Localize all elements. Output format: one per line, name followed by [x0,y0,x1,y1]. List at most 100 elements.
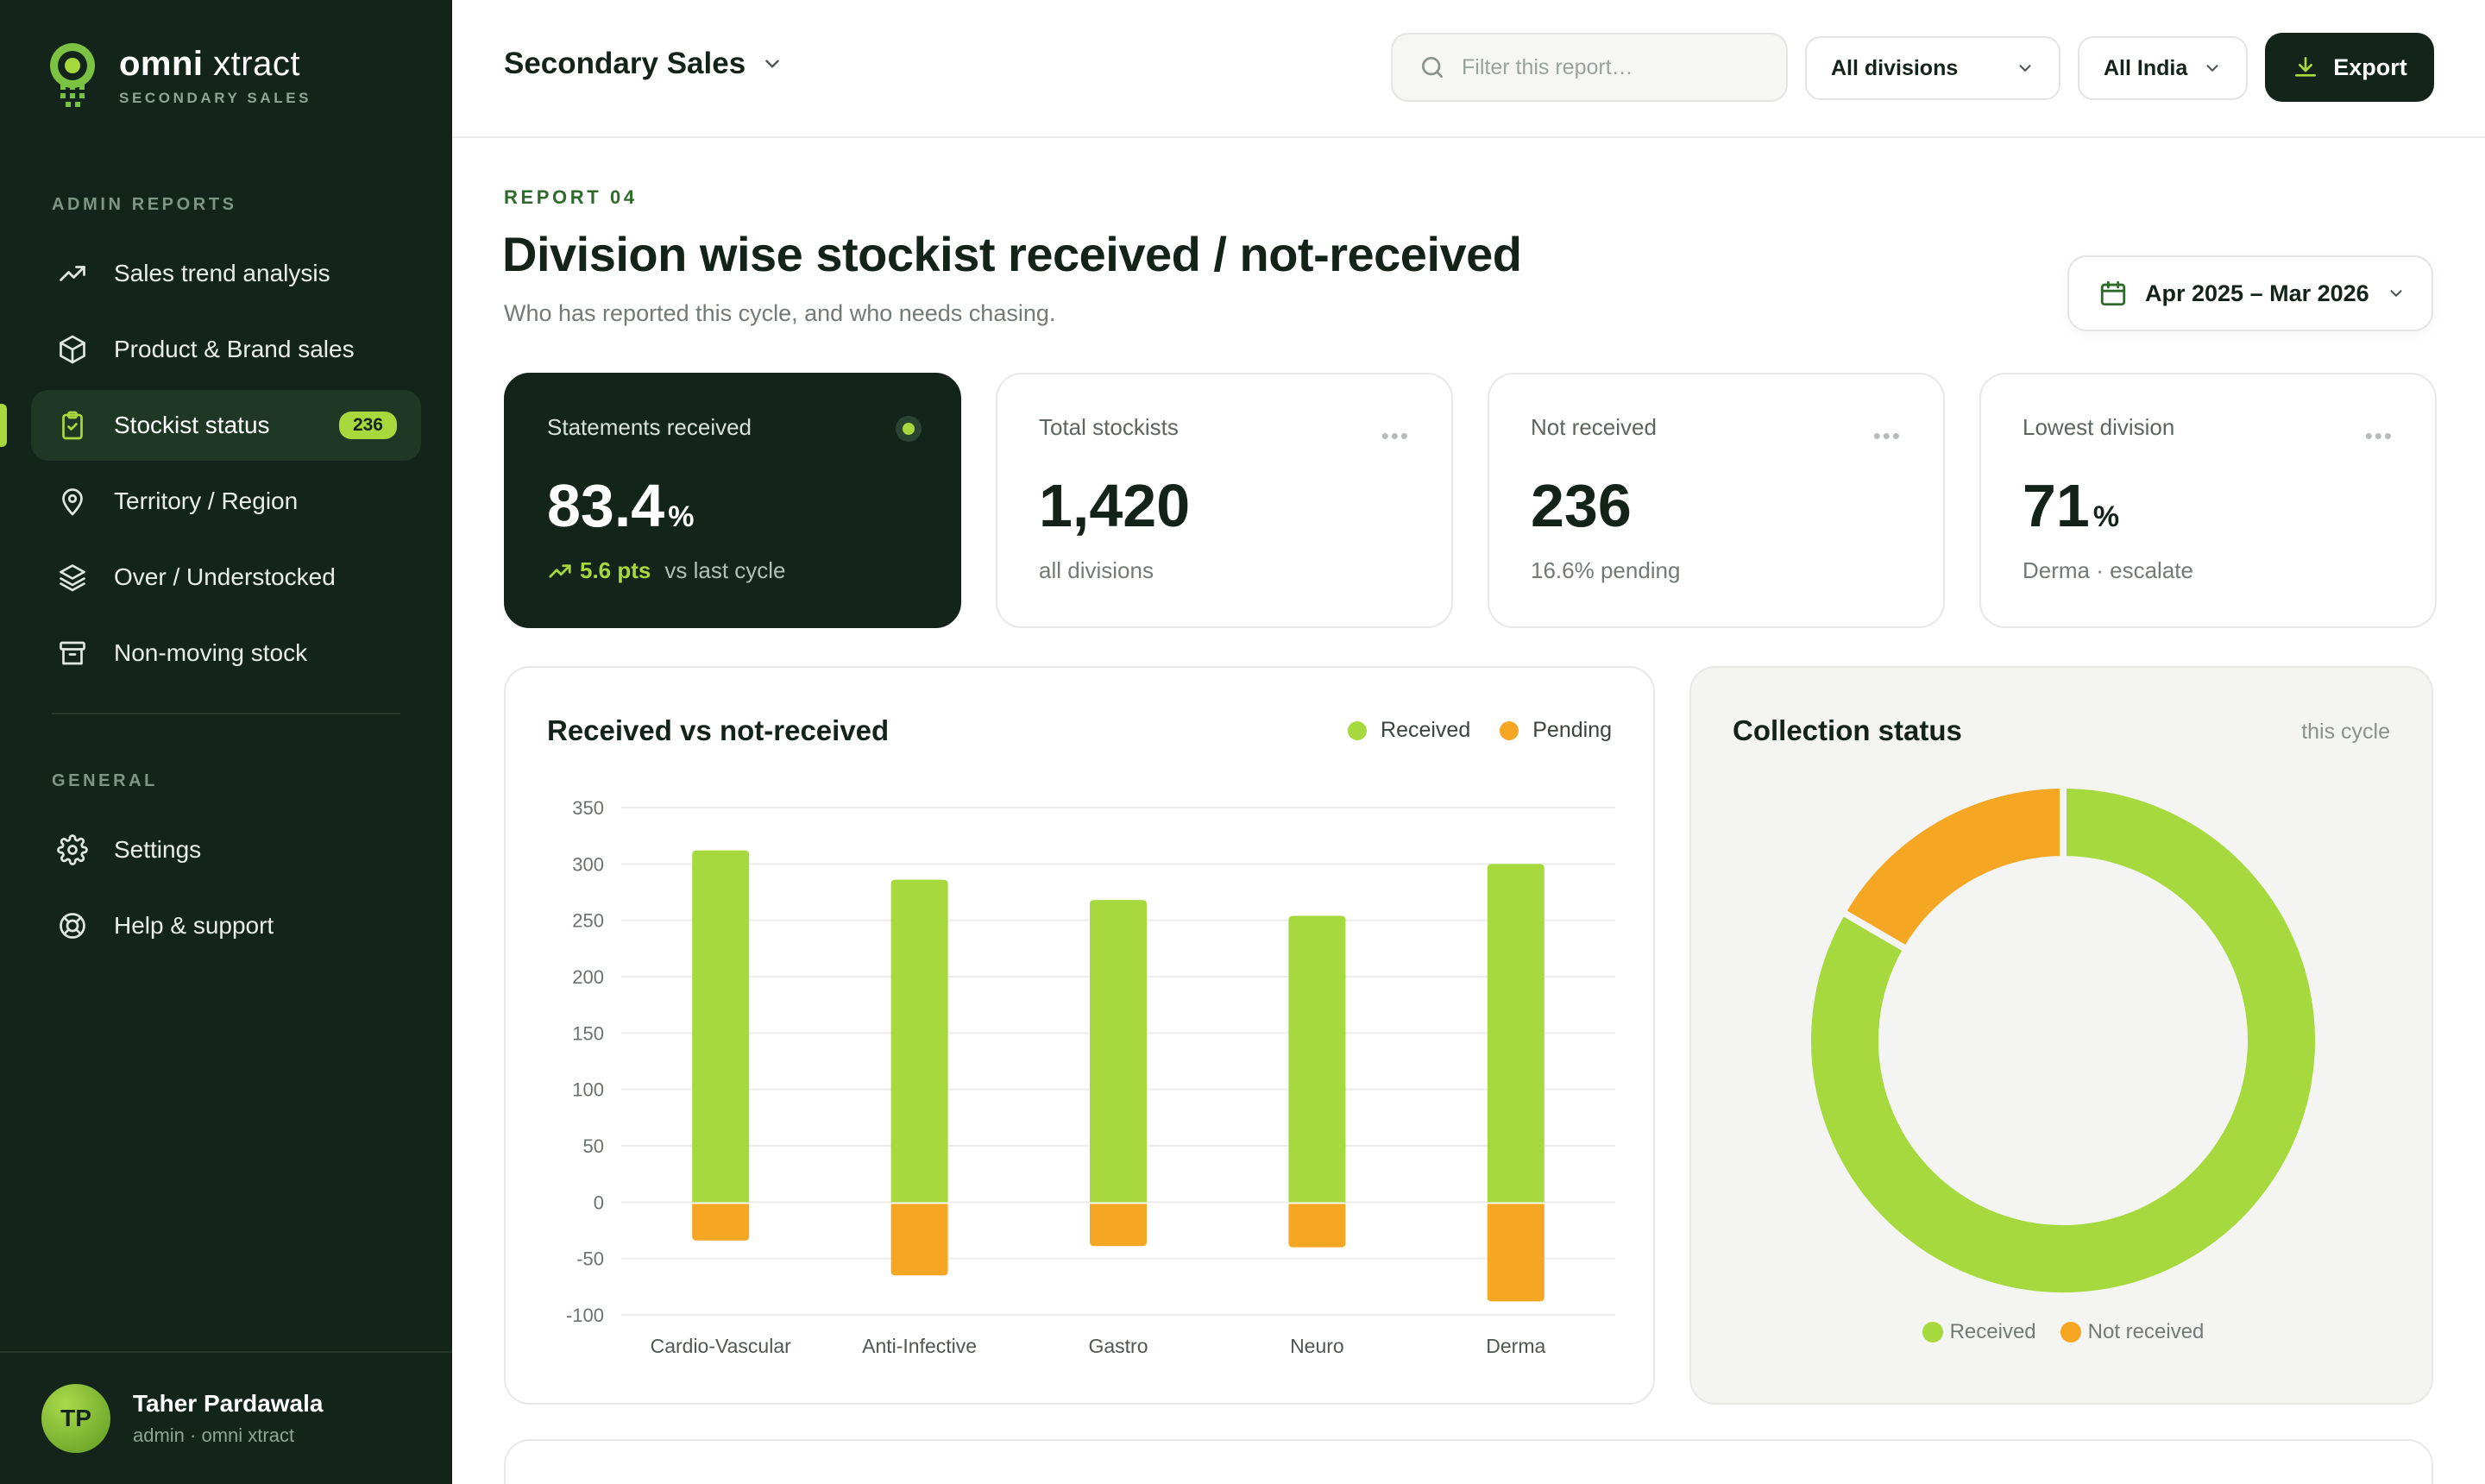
kpi-delta-note: vs last cycle [664,557,786,583]
clipboard-check-icon [55,408,90,443]
collection-status-panel: Collection status this cycle Received No… [1689,666,2433,1405]
y-tick-label: 150 [572,1022,604,1044]
report-name: Secondary Sales [504,47,746,80]
division-select-value: All divisions [1831,55,1959,80]
kpi-value: 236 [1531,472,1632,539]
brand[interactable]: omni xtract SECONDARY SALES [43,40,311,114]
y-tick-label: 100 [572,1079,604,1101]
more-options-icon[interactable]: ••• [1381,423,1410,450]
sidebar-item-label: Stockist status [114,412,270,438]
page-subtitle: Who has reported this cycle, and who nee… [504,300,1056,326]
bar-pending [1487,1204,1544,1302]
sidebar-item-stockist-status[interactable]: Stockist status 236 [31,390,421,461]
sidebar-item-over-understocked[interactable]: Over / Understocked [31,542,421,613]
sidebar-item-help[interactable]: Help & support [31,890,421,961]
sidebar-item-non-moving[interactable]: Non-moving stock [31,618,421,689]
x-tick-label: Anti-Infective [862,1335,977,1357]
sidebar-item-territory[interactable]: Territory / Region [31,466,421,537]
sidebar-divider [52,713,400,714]
x-tick-label: Derma [1486,1335,1545,1357]
legend-item-received: Received [1922,1320,2036,1344]
legend-swatch [2060,1322,2081,1343]
kpi-label: Lowest division [2023,414,2175,440]
kpi-note: 5.6 pts vs last cycle [547,557,786,584]
app-root: omni xtract SECONDARY SALES ADMIN REPORT… [0,0,2485,1484]
chevron-down-icon [765,60,779,68]
download-icon [2295,57,2317,77]
bar-pending [692,1204,750,1241]
sidebar-item-sales-trend[interactable]: Sales trend analysis [31,238,421,309]
export-label: Export [2333,53,2407,80]
brand-logo-icon [50,43,95,107]
sidebar-item-label: Help & support [114,912,274,939]
brand-text: omni xtract SECONDARY SALES [119,47,311,107]
legend-swatch [1922,1322,1943,1343]
report-switcher[interactable]: Secondary Sales [504,47,783,81]
bar-chart: 350 300 250 200 150 100 50 0 -50 -100 Cardio-Vascu… [566,797,1615,1357]
region-select-value: All India [2104,55,2188,80]
kpi-value: 1,420 [1039,472,1191,539]
sidebar-item-label: Over / Understocked [114,563,336,590]
division-select[interactable]: All divisions [1805,36,2060,100]
y-tick-label: 200 [572,966,604,988]
search-input[interactable] [1462,54,1772,80]
avatar: TP [41,1384,110,1453]
bar-received [1090,900,1147,1203]
box-icon [55,332,90,367]
kpi-statements-received: Statements received 83.4% 5.6 pts vs las… [504,373,961,628]
nav-section-general: GENERAL [52,771,158,790]
map-pin-icon [55,484,90,519]
received-vs-pending-panel: Received vs not-received Received Pendin… [504,666,1655,1405]
bar-received [1487,864,1544,1203]
trend-up-icon [549,563,571,578]
chevron-down-icon [2390,290,2402,297]
kpi-delta: 5.6 pts [580,557,651,583]
date-range-picker[interactable]: Apr 2025 – Mar 2026 [2067,255,2433,331]
bar-pending [1288,1204,1346,1248]
kpi-value: 71% [2023,472,2120,539]
sidebar: omni xtract SECONDARY SALES ADMIN REPORT… [0,0,452,1484]
x-tick-label: Neuro [1290,1335,1344,1357]
legend-item-not-received: Not received [2060,1320,2204,1344]
date-range-value: Apr 2025 – Mar 2026 [2145,280,2369,306]
next-report-panel [504,1439,2433,1484]
kpi-label: Total stockists [1039,414,1179,440]
page-title: Division wise stockist received / not-re… [502,227,1522,281]
kpi-total-stockists: Total stockists ••• 1,420 all divisions [996,373,1453,628]
y-tick-label: -100 [566,1305,604,1326]
export-button[interactable]: Export [2265,33,2434,102]
nav-section-admin: ADMIN REPORTS [52,195,237,214]
brand-subtitle: SECONDARY SALES [119,90,312,106]
topbar: Secondary Sales All divisions All India … [452,0,2485,138]
donut-hole [1885,863,2241,1218]
sidebar-item-label: Settings [114,836,202,863]
lifebuoy-icon [55,909,90,943]
y-tick-label: 0 [594,1192,604,1213]
chevron-down-icon [2206,65,2218,72]
report-eyebrow: REPORT 04 [504,186,638,208]
search-icon [1422,57,1443,78]
sidebar-item-product-brand[interactable]: Product & Brand sales [31,314,421,385]
bar-received [1288,915,1346,1203]
chevron-down-icon [2019,65,2031,72]
sidebar-item-label: Product & Brand sales [114,336,355,362]
sidebar-item-label: Non-moving stock [114,639,308,666]
more-options-icon[interactable]: ••• [1873,423,1902,450]
kpi-label: Not received [1531,414,1657,440]
kpi-value: 83.4% [547,472,695,539]
sidebar-item-settings[interactable]: Settings [31,814,421,885]
search-box[interactable] [1391,33,1788,102]
user-profile[interactable]: TP Taher Pardawala admin · omni xtract [0,1351,452,1484]
donut-chart [1804,782,2322,1299]
user-info: Taher Pardawala admin · omni xtract [133,1390,323,1447]
kpi-lowest-division: Lowest division ••• 71% Derma · escalate [1979,373,2437,628]
kpi-note: Derma · escalate [2023,557,2193,583]
y-tick-label: 250 [572,910,604,932]
kpi-label: Statements received [547,414,752,440]
sidebar-item-label: Territory / Region [114,487,299,514]
kpi-note: 16.6% pending [1531,557,1681,583]
calendar-icon [2100,280,2126,306]
more-options-icon[interactable]: ••• [2365,423,2394,450]
region-select[interactable]: All India [2078,36,2248,100]
y-tick-label: 50 [583,1135,604,1157]
